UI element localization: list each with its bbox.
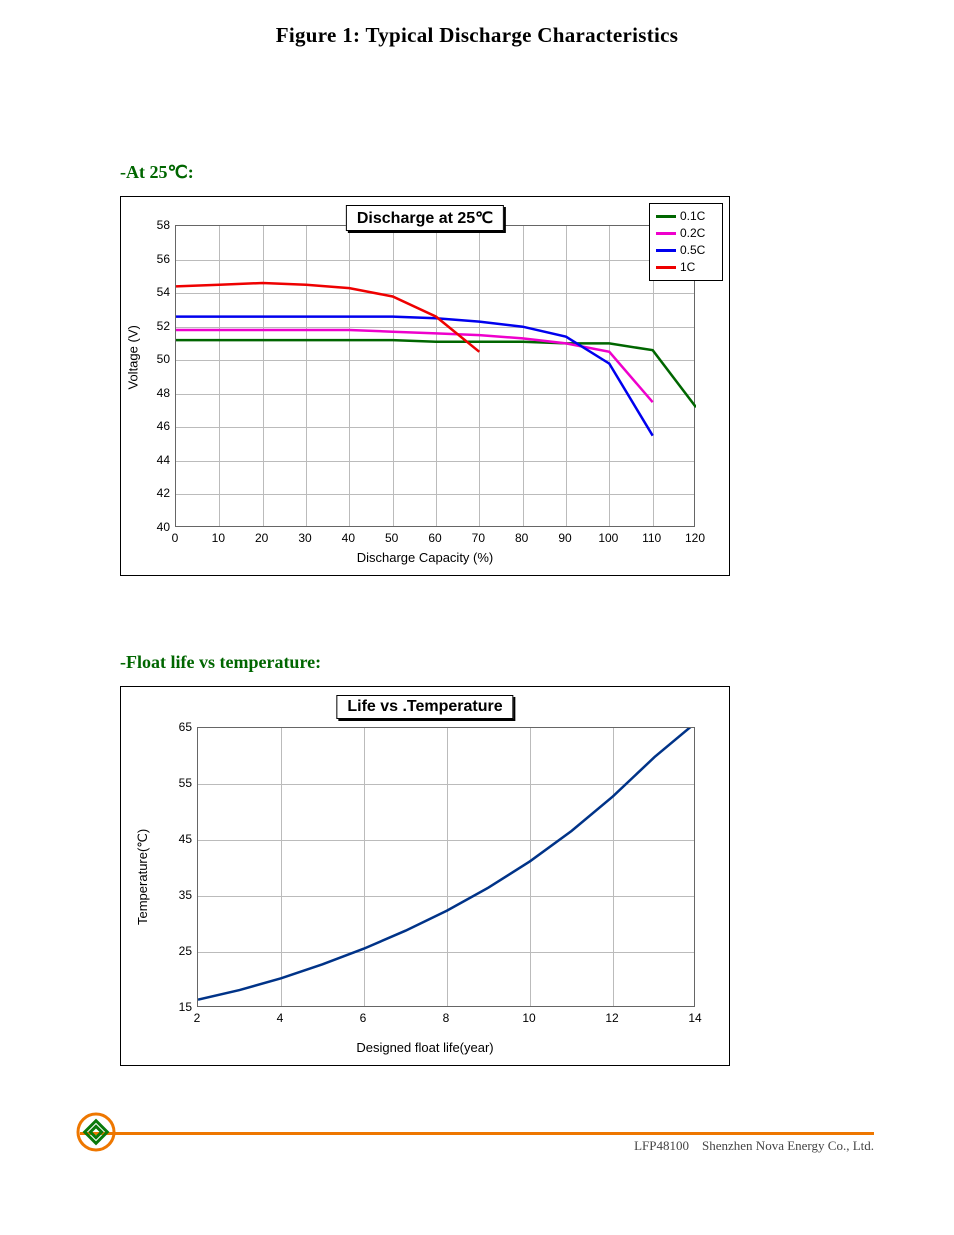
footer-company: LFP48100 Shenzhen Nova Energy Co., Ltd. <box>634 1138 874 1154</box>
y-tick-label: 54 <box>125 285 170 299</box>
x-tick-label: 8 <box>443 1011 450 1025</box>
y-tick-label: 44 <box>125 453 170 467</box>
chart2-container: Life vs .Temperature Temperature(℃) Desi… <box>120 686 730 1066</box>
x-tick-label: 40 <box>342 531 355 545</box>
x-tick-label: 50 <box>385 531 398 545</box>
x-tick-label: 80 <box>515 531 528 545</box>
x-tick-label: 2 <box>194 1011 201 1025</box>
y-tick-label: 35 <box>147 888 192 902</box>
chart1-section-title: -At 25℃: <box>120 162 194 183</box>
page-footer: LFP48100 Shenzhen Nova Energy Co., Ltd. <box>80 1132 874 1135</box>
y-tick-label: 46 <box>125 419 170 433</box>
x-tick-label: 100 <box>598 531 618 545</box>
y-tick-label: 25 <box>147 944 192 958</box>
series-line <box>198 728 696 1000</box>
y-tick-label: 55 <box>147 776 192 790</box>
y-tick-label: 42 <box>125 486 170 500</box>
y-tick-label: 45 <box>147 832 192 846</box>
x-tick-label: 70 <box>472 531 485 545</box>
y-tick-label: 50 <box>125 352 170 366</box>
y-tick-label: 40 <box>125 520 170 534</box>
x-tick-label: 90 <box>558 531 571 545</box>
chart1-plot-area <box>175 225 695 527</box>
legend-label: 0.1C <box>680 208 705 225</box>
legend-item: 0.5C <box>656 242 716 259</box>
chart2-xlabel: Designed float life(year) <box>121 1040 729 1055</box>
x-tick-label: 110 <box>642 531 661 545</box>
legend-label: 0.2C <box>680 225 705 242</box>
x-tick-label: 14 <box>688 1011 701 1025</box>
y-tick-label: 58 <box>125 218 170 232</box>
chart2-plot-area <box>197 727 695 1007</box>
chart1-container: Discharge at 25℃ 0.1C 0.2C 0.5C 1C Volta… <box>120 196 730 576</box>
x-tick-label: 120 <box>685 531 705 545</box>
chart1-title: Discharge at 25℃ <box>346 205 504 231</box>
x-tick-label: 30 <box>298 531 311 545</box>
chart2-title: Life vs .Temperature <box>336 695 513 719</box>
legend-label: 0.5C <box>680 242 705 259</box>
y-tick-label: 15 <box>147 1000 192 1014</box>
y-tick-label: 65 <box>147 720 192 734</box>
legend-item: 1C <box>656 259 716 276</box>
x-tick-label: 0 <box>172 531 179 545</box>
legend-item: 0.2C <box>656 225 716 242</box>
legend-item: 0.1C <box>656 208 716 225</box>
chart2-section-title: -Float life vs temperature: <box>120 652 321 673</box>
chart-lines <box>198 728 696 1008</box>
chart1-xlabel: Discharge Capacity (%) <box>121 550 729 565</box>
legend-label: 1C <box>680 259 695 276</box>
x-tick-label: 12 <box>605 1011 618 1025</box>
x-tick-label: 10 <box>212 531 225 545</box>
y-tick-label: 48 <box>125 386 170 400</box>
x-tick-label: 60 <box>428 531 441 545</box>
y-tick-label: 56 <box>125 252 170 266</box>
x-tick-label: 4 <box>277 1011 284 1025</box>
x-tick-label: 6 <box>360 1011 367 1025</box>
y-tick-label: 52 <box>125 319 170 333</box>
chart1-legend: 0.1C 0.2C 0.5C 1C <box>649 203 723 281</box>
page-title: Figure 1: Typical Discharge Characterist… <box>0 23 954 48</box>
company-logo-icon <box>76 1112 116 1157</box>
series-line <box>176 340 696 407</box>
x-tick-label: 10 <box>522 1011 535 1025</box>
x-tick-label: 20 <box>255 531 268 545</box>
chart-lines <box>176 226 696 528</box>
series-line <box>176 317 653 436</box>
